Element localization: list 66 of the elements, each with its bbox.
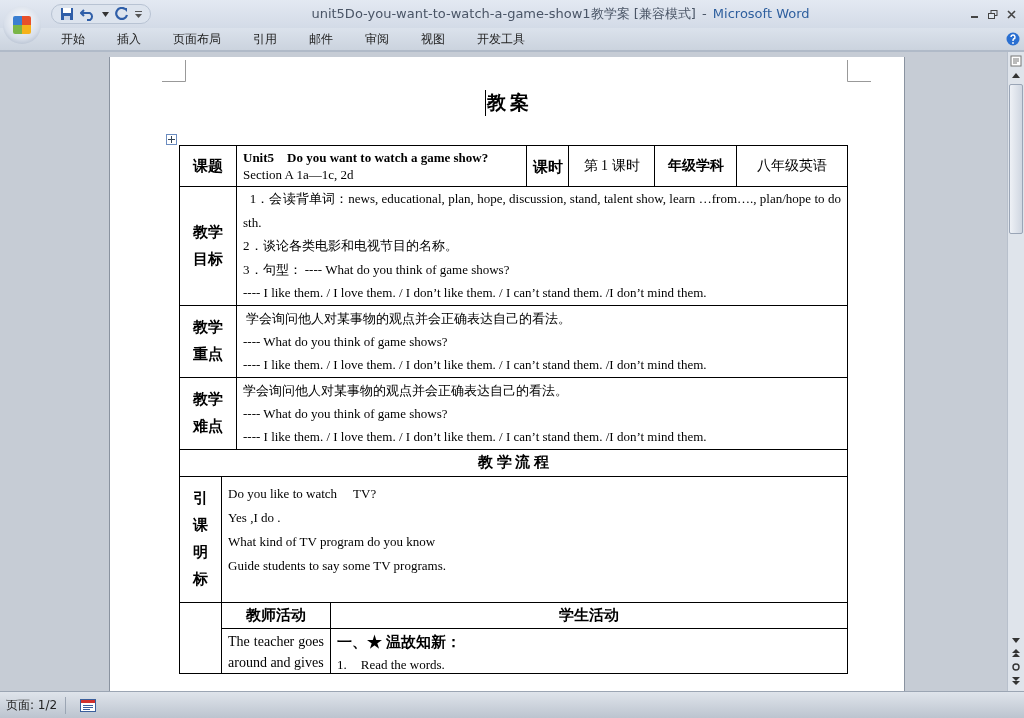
text-line: ---- What do you think of game shows? bbox=[243, 332, 449, 351]
table-cell: 第 1 课时 bbox=[568, 145, 655, 187]
text-line: Guide students to say some TV programs. bbox=[228, 556, 447, 575]
scroll-down-icon[interactable] bbox=[1012, 638, 1020, 643]
close-icon[interactable] bbox=[1007, 9, 1016, 19]
list-number: 1. bbox=[337, 656, 347, 673]
ribbon-tab[interactable]: 页面布局 bbox=[161, 30, 233, 48]
ribbon-tab[interactable]: 审阅 bbox=[353, 30, 401, 48]
scroll-thumb[interactable] bbox=[1009, 84, 1023, 234]
document-heading: 教 案 bbox=[486, 91, 530, 115]
layout-icon[interactable] bbox=[80, 698, 97, 712]
text-line: 2．谈论各类电影和电视节目的名称。 bbox=[243, 237, 459, 255]
ribbon-tab[interactable]: 插入 bbox=[105, 30, 153, 48]
text-line: Yes ,I do . bbox=[228, 508, 282, 527]
text-line: Do you like to watch TV? bbox=[228, 484, 378, 503]
save-icon[interactable] bbox=[60, 7, 74, 21]
table-cell: 八年级英语 bbox=[736, 145, 848, 187]
browse-object-icon[interactable] bbox=[1012, 663, 1020, 671]
ribbon-tab[interactable]: 引用 bbox=[241, 30, 289, 48]
undo-icon[interactable] bbox=[80, 7, 96, 21]
corner-mark bbox=[847, 60, 871, 82]
table-cell: 课题 bbox=[179, 145, 237, 187]
scroll-up-icon[interactable] bbox=[1012, 73, 1020, 78]
app-name: Microsoft Word bbox=[712, 6, 810, 21]
text-line: 1．会读背单词：news, educational, plan, hope, discussion, stand, talent show, learn …from…., plan/hope to do sth. bbox=[243, 190, 841, 232]
table-cell: The teacher goes around and gives bbox=[221, 628, 331, 673]
table-cell: 年级学科 bbox=[654, 145, 737, 187]
table-cell: 引课明标 bbox=[179, 476, 222, 602]
ribbon-tab[interactable]: 视图 bbox=[409, 30, 457, 48]
ribbon-tab[interactable]: 邮件 bbox=[297, 30, 345, 48]
ribbon-tab[interactable]: 开始 bbox=[49, 30, 97, 48]
table-cell: 教 学 流 程 bbox=[179, 449, 848, 476]
table-cell: 教学难点 bbox=[179, 377, 237, 449]
table-cell: 教学目标 bbox=[179, 186, 237, 305]
text-line: 学会询问他人对某事物的观点并会正确表达自己的看法。 bbox=[243, 381, 569, 400]
ribbon-tab[interactable]: 开发工具 bbox=[465, 30, 537, 48]
text-line: ---- I like them. / I love them. / I don’t like them. / I can’t stand them. /I don’t mind them. bbox=[243, 427, 708, 446]
restore-icon[interactable] bbox=[988, 9, 998, 19]
table-move-handle-icon[interactable] bbox=[166, 134, 177, 145]
lesson-title: Unit5 Do you want to watch a game show? bbox=[243, 149, 490, 166]
text-line: Read the words. bbox=[360, 656, 445, 673]
office-button[interactable] bbox=[3, 6, 41, 44]
text-line: ---- I like them. / I love them. / I don’t like them. / I can’t stand them. /I don’t mind them. bbox=[243, 355, 708, 374]
text-line: What kind of TV program do you know bbox=[228, 532, 437, 551]
corner-mark bbox=[162, 60, 186, 82]
dropdown-icon[interactable] bbox=[102, 11, 109, 17]
title-separator: - bbox=[702, 6, 707, 21]
customize-icon[interactable] bbox=[135, 10, 142, 18]
table-cell: 教学重点 bbox=[179, 305, 237, 377]
ruler-toggle-icon[interactable] bbox=[1010, 55, 1022, 67]
next-page-icon[interactable] bbox=[1012, 677, 1020, 685]
table-cell: 教师活动 bbox=[221, 602, 331, 628]
table-cell: 课时 bbox=[526, 145, 569, 187]
previous-page-icon[interactable] bbox=[1012, 649, 1020, 657]
redo-icon[interactable] bbox=[115, 7, 129, 21]
text-line: 一、★ 温故知新： bbox=[337, 632, 462, 652]
text-line: ---- I like them. / I love them. / I don’t like them. / I can’t stand them. /I don’t mind them. bbox=[243, 284, 708, 302]
help-icon[interactable] bbox=[1006, 32, 1020, 46]
table-cell: 学生活动 bbox=[330, 602, 848, 628]
text-line: ---- What do you think of game shows? bbox=[243, 404, 449, 423]
page-count[interactable]: 页面: 1/2 bbox=[6, 696, 67, 714]
window-title: unit5Do-you-want-to-watch-a-game-show1教学案 [兼容模式] bbox=[311, 6, 696, 21]
text-line: 学会询问他人对某事物的观点并会正确表达自己的看法。 bbox=[245, 309, 573, 328]
text-line: 3．句型： ---- What do you think of game shows? bbox=[243, 260, 511, 279]
lesson-section: Section A 1a—1c, 2d bbox=[243, 166, 520, 183]
vertical-scrollbar[interactable] bbox=[1007, 52, 1024, 691]
